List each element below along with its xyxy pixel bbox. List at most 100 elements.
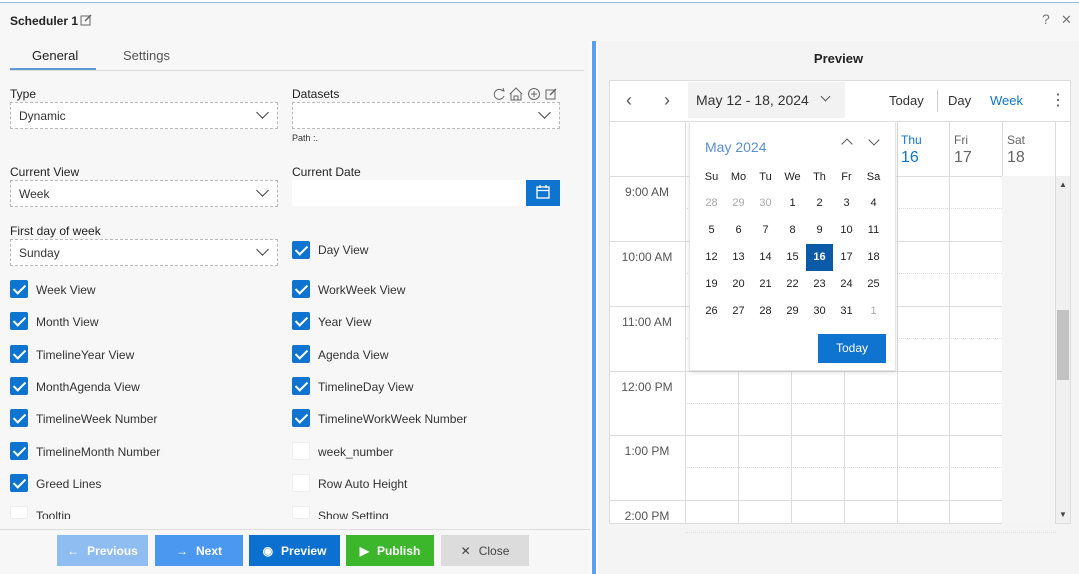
refresh-icon[interactable] [493,87,505,100]
picker-day[interactable]: 8 [779,217,806,244]
picker-month-title[interactable]: May 2024 [705,139,766,155]
first-day-select[interactable]: Sunday [10,239,278,266]
checkbox-label: Year View [318,315,372,329]
picker-day[interactable]: 22 [779,271,806,298]
checkbox-timelineyear-view[interactable] [10,345,28,363]
day-header-name[interactable]: Fri [954,133,968,147]
day-header-name[interactable]: Thu [901,133,922,147]
picker-day[interactable]: 28 [698,190,725,217]
picker-day[interactable]: 9 [806,217,833,244]
home-icon[interactable] [509,87,523,101]
checkbox-timelineworkweek-number[interactable] [292,409,310,427]
picker-day[interactable]: 30 [752,190,779,217]
checkbox-agenda-view[interactable] [292,345,310,363]
checkbox-workweek-view[interactable] [292,280,310,298]
picker-day[interactable]: 21 [752,271,779,298]
more-options-icon[interactable]: ⋮ [1050,90,1066,110]
picker-day[interactable]: 14 [752,244,779,271]
picker-day[interactable]: 6 [725,217,752,244]
chevron-up-icon[interactable] [841,138,853,150]
picker-day[interactable]: 23 [806,271,833,298]
picker-day[interactable]: 13 [725,244,752,271]
checkbox-week-view[interactable] [10,280,28,298]
today-button[interactable]: Today [889,93,924,108]
close-button[interactable]: ✕ Close [441,535,529,566]
picker-day[interactable]: 19 [698,271,725,298]
dataset-actions [493,87,557,101]
checkbox-show-setting[interactable] [292,506,310,519]
picker-day[interactable]: 17 [833,244,860,271]
picker-day[interactable]: 5 [698,217,725,244]
picker-day[interactable]: 30 [806,298,833,325]
day-header-date[interactable]: 16 [901,149,919,167]
chevron-down-icon[interactable] [868,134,880,146]
picker-day[interactable]: 27 [725,298,752,325]
datasets-select[interactable] [292,102,560,129]
next-week-button[interactable]: › [664,90,670,111]
picker-day[interactable]: 29 [779,298,806,325]
scroll-down-icon[interactable]: ▼ [1059,510,1067,519]
day-header-name[interactable]: Sat [1007,133,1025,147]
hour-line [609,500,1056,501]
picker-day-selected[interactable]: 16 [806,244,833,271]
next-button[interactable]: → Next [155,535,243,566]
picker-day[interactable]: 3 [833,190,860,217]
picker-day[interactable]: 2 [806,190,833,217]
picker-day[interactable]: 1 [860,298,887,325]
edit-title-icon[interactable] [80,14,92,26]
splitter[interactable] [592,41,596,574]
week-view-button[interactable]: Week [990,93,1023,108]
scroll-up-icon[interactable]: ▲ [1059,180,1067,189]
checkbox-row-auto-height[interactable] [292,474,310,492]
current-view-select[interactable]: Week [10,180,278,207]
picker-day[interactable]: 25 [860,271,887,298]
picker-day[interactable]: 20 [725,271,752,298]
checkbox-monthagenda-view[interactable] [10,377,28,395]
preview-label: Preview [281,543,327,558]
checkbox-greed-lines[interactable] [10,474,28,492]
checkbox-week-number[interactable] [292,442,310,460]
checkbox-timelineday-view[interactable] [292,377,310,395]
date-range-button[interactable]: May 12 - 18, 2024 [688,82,845,118]
current-date-input[interactable] [292,180,526,206]
publish-button[interactable]: ▶ Publish [346,535,434,566]
prev-week-button[interactable]: ‹ [626,90,632,111]
picker-day[interactable]: 24 [833,271,860,298]
picker-day[interactable]: 10 [833,217,860,244]
previous-button[interactable]: ← Previous [57,535,148,566]
day-view-button[interactable]: Day [948,93,971,108]
picker-today-button[interactable]: Today [818,334,886,363]
chevron-down-icon [820,91,831,102]
picker-day[interactable]: 7 [752,217,779,244]
picker-day[interactable]: 18 [860,244,887,271]
add-circle-icon[interactable] [528,88,540,100]
tab-general[interactable]: General [32,48,78,63]
picker-day[interactable]: 11 [860,217,887,244]
preview-button[interactable]: ◉ Preview [249,535,340,566]
picker-day[interactable]: 28 [752,298,779,325]
type-select[interactable]: Dynamic [10,102,278,129]
picker-day[interactable]: 26 [698,298,725,325]
checkbox-month-view[interactable] [10,312,28,330]
checkbox-tooltip[interactable] [10,506,28,519]
tab-settings[interactable]: Settings [123,48,170,63]
picker-day[interactable]: 12 [698,244,725,271]
edit-icon[interactable] [545,88,557,100]
close-window-button[interactable]: ✕ [1061,12,1072,28]
day-column-divider [685,176,686,524]
picker-day[interactable]: 4 [860,190,887,217]
help-button[interactable]: ? [1042,11,1050,27]
picker-day[interactable]: 29 [725,190,752,217]
checkbox-day-view[interactable] [292,241,310,259]
date-picker-button[interactable] [526,180,560,206]
picker-day[interactable]: 1 [779,190,806,217]
day-header-date[interactable]: 18 [1007,149,1025,167]
picker-day[interactable]: 15 [779,244,806,271]
picker-day[interactable]: 31 [833,298,860,325]
checkbox-year-view[interactable] [292,312,310,330]
checkbox-timelinemonth-number[interactable] [10,442,28,460]
scrollbar-thumb[interactable] [1057,310,1069,380]
checkbox-label: TimelineWeek Number [36,412,158,426]
checkbox-timelineweek-number[interactable] [10,409,28,427]
day-header-date[interactable]: 17 [954,149,972,167]
